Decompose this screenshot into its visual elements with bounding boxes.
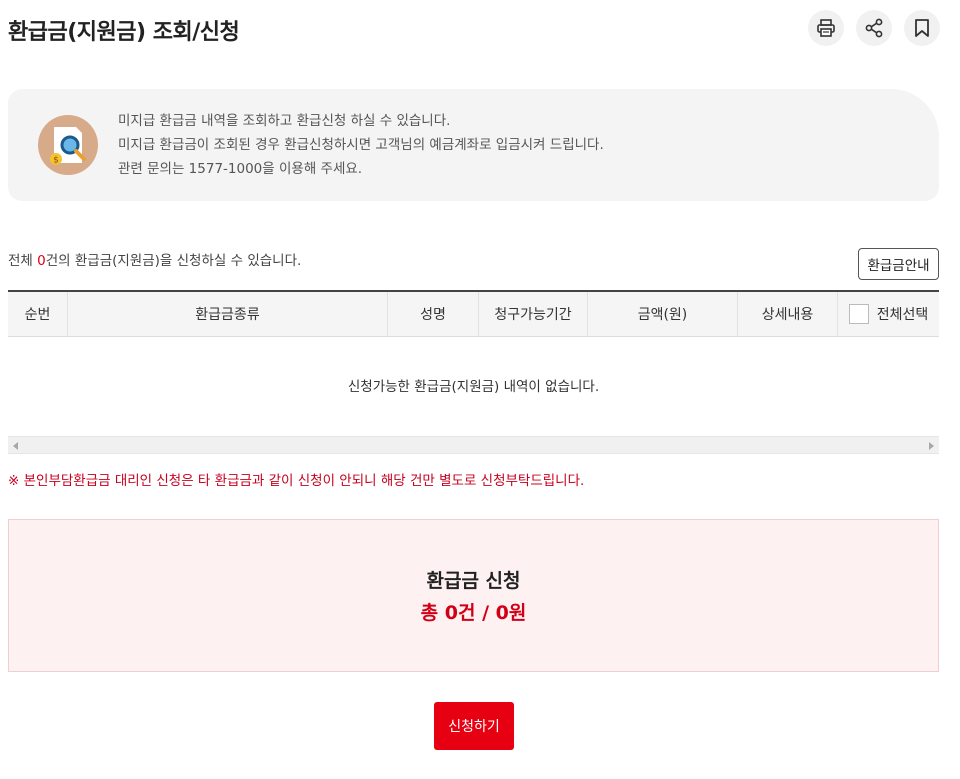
horizontal-scrollbar[interactable] <box>8 436 939 454</box>
column-header-period: 청구가능기간 <box>479 292 588 336</box>
svg-text:$: $ <box>53 156 59 166</box>
select-all-cell: 전체선택 <box>838 292 939 336</box>
refund-guide-button[interactable]: 환급금안내 <box>858 248 939 280</box>
table-header: 순번 환급금종류 성명 청구가능기간 금액(원) 상세내용 전체선택 <box>8 290 939 337</box>
scroll-right-icon[interactable] <box>929 442 934 450</box>
bookmark-icon <box>915 19 929 37</box>
page-title: 환급금(지원금) 조회/신청 <box>8 20 240 45</box>
column-header-amount: 금액(원) <box>588 292 738 336</box>
apply-title: 환급금 신청 <box>426 570 521 592</box>
print-button[interactable] <box>808 10 844 46</box>
column-header-detail: 상세내용 <box>738 292 838 336</box>
info-line: 관련 문의는 1577-1000을 이용해 주세요. <box>118 161 363 177</box>
share-button[interactable] <box>856 10 892 46</box>
apply-button[interactable]: 신청하기 <box>434 702 514 750</box>
select-all-label[interactable]: 전체선택 <box>877 304 929 324</box>
print-icon <box>817 19 835 37</box>
apply-summary-box: 환급금 신청 총 0건 / 0원 <box>8 519 939 672</box>
info-line: 미지급 환급금이 조회된 경우 환급신청하시면 고객님의 예금계좌로 입금시켜 … <box>118 137 604 153</box>
column-header-no: 순번 <box>8 292 68 336</box>
info-text: 미지급 환급금 내역을 조회하고 환급신청 하실 수 있습니다. 미지급 환급금… <box>118 109 604 181</box>
select-all-checkbox[interactable] <box>848 304 869 324</box>
refund-table: 순번 환급금종류 성명 청구가능기간 금액(원) 상세내용 전체선택 신청가능한… <box>8 290 939 433</box>
search-document-icon: $ <box>38 115 98 175</box>
summary-text: 전체 0건의 환급금(지원금)을 신청하실 수 있습니다. <box>8 253 302 269</box>
bookmark-button[interactable] <box>904 10 940 46</box>
empty-message: 신청가능한 환급금(지원금) 내역이 없습니다. <box>347 379 600 395</box>
scroll-left-icon[interactable] <box>13 442 18 450</box>
info-box: $ 미지급 환급금 내역을 조회하고 환급신청 하실 수 있습니다. 미지급 환… <box>8 89 939 201</box>
available-count: 0 <box>37 253 46 269</box>
info-line: 미지급 환급금 내역을 조회하고 환급신청 하실 수 있습니다. <box>118 113 451 129</box>
column-header-name: 성명 <box>388 292 479 336</box>
notice-text: ※ 본인부담환급금 대리인 신청은 타 환급금과 같이 신청이 안되니 해당 건… <box>8 473 585 489</box>
column-header-type: 환급금종류 <box>68 292 388 336</box>
header-actions <box>808 10 940 46</box>
apply-total: 총 0건 / 0원 <box>420 602 527 624</box>
share-icon <box>865 18 883 38</box>
